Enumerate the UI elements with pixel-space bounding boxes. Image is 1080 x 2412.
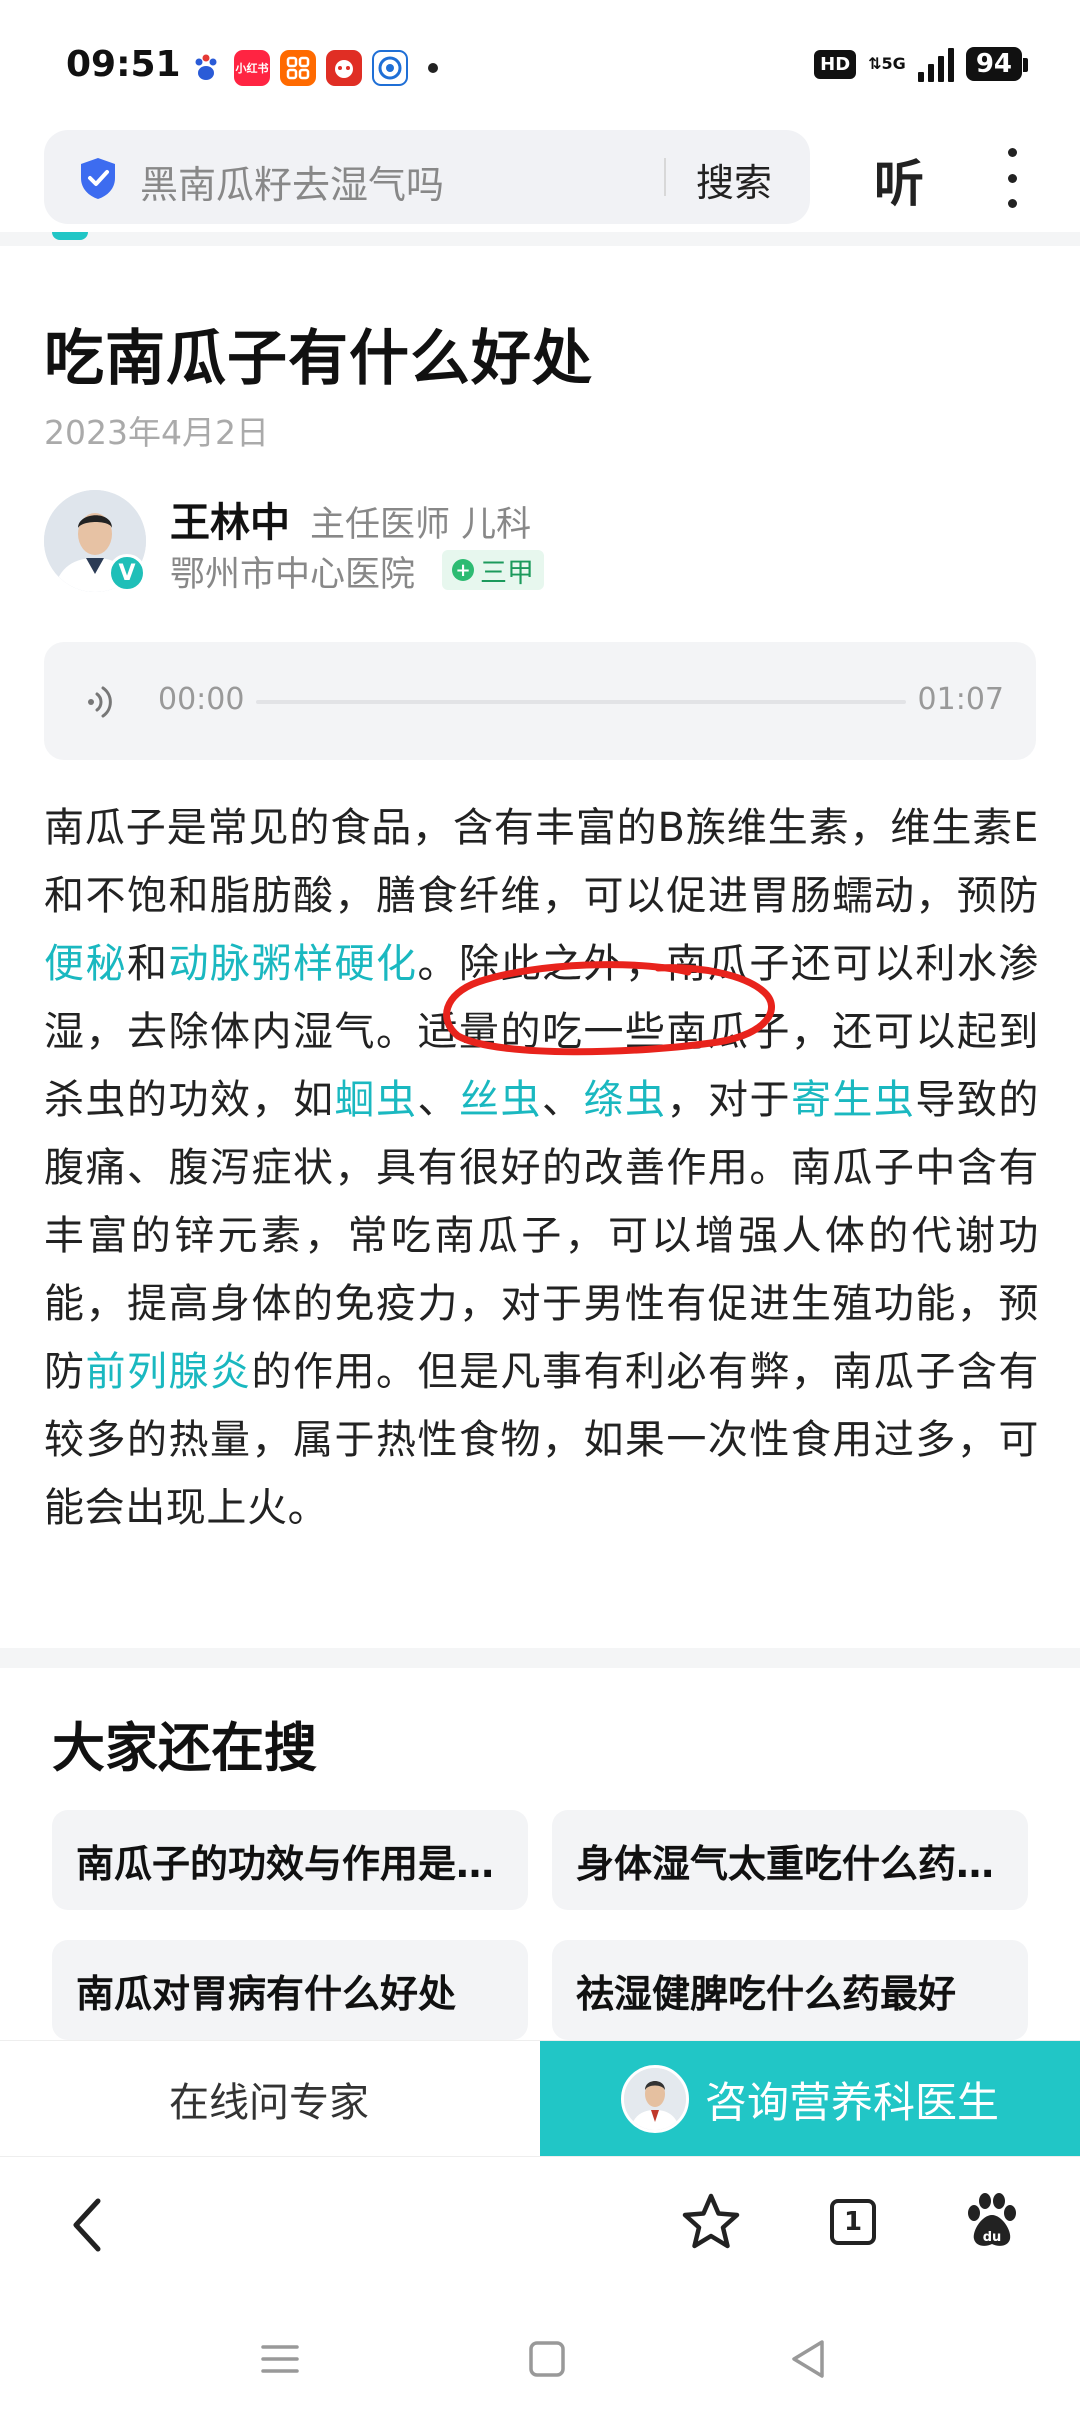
related-search-chip[interactable]: 祛湿健脾吃什么药最好 bbox=[552, 1940, 1028, 2040]
notification-dot-icon bbox=[428, 63, 438, 73]
related-searches-title: 大家还在搜 bbox=[52, 1718, 317, 1779]
status-app-icons: 小红书 bbox=[188, 50, 438, 86]
article-date: 2023年4月2日 bbox=[44, 413, 269, 452]
scrolled-tag-edge bbox=[52, 232, 88, 240]
baidu-paw-icon bbox=[188, 50, 224, 86]
audio-progress-track[interactable] bbox=[256, 700, 906, 704]
verified-badge-icon: V bbox=[108, 554, 146, 592]
search-button[interactable]: 搜索 bbox=[696, 152, 772, 207]
home-square-icon[interactable] bbox=[528, 2340, 566, 2382]
doctor-hospital: 鄂州市中心医院 bbox=[170, 555, 416, 595]
tabs-icon[interactable]: 1 bbox=[830, 2199, 876, 2245]
back-triangle-icon[interactable] bbox=[788, 2338, 828, 2384]
ask-expert-button[interactable]: 在线问专家 bbox=[0, 2041, 538, 2157]
consult-bar: 在线问专家 咨询营养科医生 bbox=[0, 2040, 1080, 2157]
hospital-level-label: 三甲 bbox=[480, 557, 534, 589]
network-type: ⇅5G bbox=[868, 54, 906, 73]
link-filaria[interactable]: 丝虫 bbox=[459, 1077, 542, 1123]
pinduoduo-icon bbox=[326, 50, 362, 86]
listen-button[interactable]: 听 bbox=[874, 144, 924, 216]
related-search-chip[interactable]: 南瓜子的功效与作用是什么 bbox=[52, 1810, 528, 1910]
link-prostatitis[interactable]: 前列腺炎 bbox=[86, 1349, 252, 1395]
body-text: 、 bbox=[417, 1077, 459, 1123]
back-arrow-icon[interactable] bbox=[66, 2193, 110, 2261]
shield-check-icon bbox=[78, 156, 118, 204]
tab-count: 1 bbox=[830, 2199, 876, 2245]
audio-player[interactable]: 00:00 01:07 bbox=[44, 642, 1036, 760]
plus-icon: + bbox=[452, 559, 474, 581]
taobao-app-icon bbox=[280, 50, 316, 86]
doctor-title: 主任医师 儿科 bbox=[310, 505, 532, 545]
system-navigation-bar bbox=[0, 2302, 1080, 2412]
more-vertical-icon[interactable] bbox=[1000, 148, 1024, 208]
audio-total-time: 01:07 bbox=[917, 682, 1004, 717]
status-indicators: HD ⇅5G 94 bbox=[814, 46, 1029, 82]
browser-app-icon bbox=[372, 50, 408, 86]
body-text: 南瓜子是常见的食品，含有丰富的B族维生素，维生素E和不饱和脂肪酸，膳食纤维，可以… bbox=[44, 805, 1039, 919]
audio-current-time: 00:00 bbox=[158, 682, 245, 717]
body-text: 、 bbox=[541, 1077, 584, 1123]
search-divider bbox=[664, 158, 666, 196]
link-roundworm[interactable]: 蛔虫 bbox=[334, 1077, 417, 1123]
doctor-name[interactable]: 王林中 bbox=[170, 490, 290, 548]
related-search-chip[interactable]: 身体湿气太重吃什么药最好 bbox=[552, 1810, 1028, 1910]
menu-icon[interactable] bbox=[260, 2342, 300, 2380]
search-query-text[interactable]: 黑南瓜籽去湿气吗 bbox=[140, 154, 444, 209]
header-divider bbox=[0, 232, 1080, 246]
consult-nutritionist-button[interactable]: 咨询营养科医生 bbox=[540, 2041, 1080, 2157]
link-atherosclerosis[interactable]: 动脉粥样硬化 bbox=[169, 941, 418, 987]
consultant-avatar bbox=[620, 2065, 689, 2133]
link-parasite[interactable]: 寄生虫 bbox=[791, 1077, 915, 1123]
article-title: 吃南瓜子有什么好处 bbox=[44, 324, 593, 394]
related-search-chip[interactable]: 南瓜对胃病有什么好处 bbox=[52, 1940, 528, 2040]
search-bar[interactable]: 黑南瓜籽去湿气吗 搜索 bbox=[44, 130, 810, 224]
link-tapeworm[interactable]: 绦虫 bbox=[583, 1077, 666, 1123]
status-bar: 09:51 小红书 HD ⇅5G 94 bbox=[0, 0, 1080, 130]
body-text: ，对于 bbox=[666, 1077, 791, 1123]
link-constipation[interactable]: 便秘 bbox=[44, 941, 127, 987]
consult-button-label: 咨询营养科医生 bbox=[704, 2077, 999, 2127]
xiaohongshu-icon: 小红书 bbox=[234, 50, 270, 86]
red-annotation-circle bbox=[443, 961, 775, 1056]
svg-text:du: du bbox=[983, 2230, 1002, 2245]
body-text: 导致的腹痛、腹泻症状，具有很好的改善作用。南瓜子中含有丰富的锌元素，常吃南瓜子，… bbox=[44, 1077, 1040, 1395]
hospital-level-badge: + 三甲 bbox=[442, 550, 544, 590]
section-divider bbox=[0, 1648, 1080, 1668]
status-time: 09:51 bbox=[66, 44, 181, 85]
battery-indicator: 94 bbox=[965, 47, 1029, 81]
star-icon[interactable] bbox=[680, 2191, 742, 2257]
signal-icon bbox=[917, 46, 954, 82]
body-text: 和 bbox=[127, 941, 169, 987]
browser-toolbar: 1 du bbox=[0, 2156, 1080, 2302]
baidu-du-icon[interactable]: du bbox=[962, 2191, 1022, 2255]
hd-badge: HD bbox=[814, 49, 857, 79]
article-body: 南瓜子是常见的食品，含有丰富的B族维生素，维生素E和不饱和脂肪酸，膳食纤维，可以… bbox=[44, 794, 1039, 1542]
sound-wave-icon[interactable] bbox=[86, 682, 116, 726]
